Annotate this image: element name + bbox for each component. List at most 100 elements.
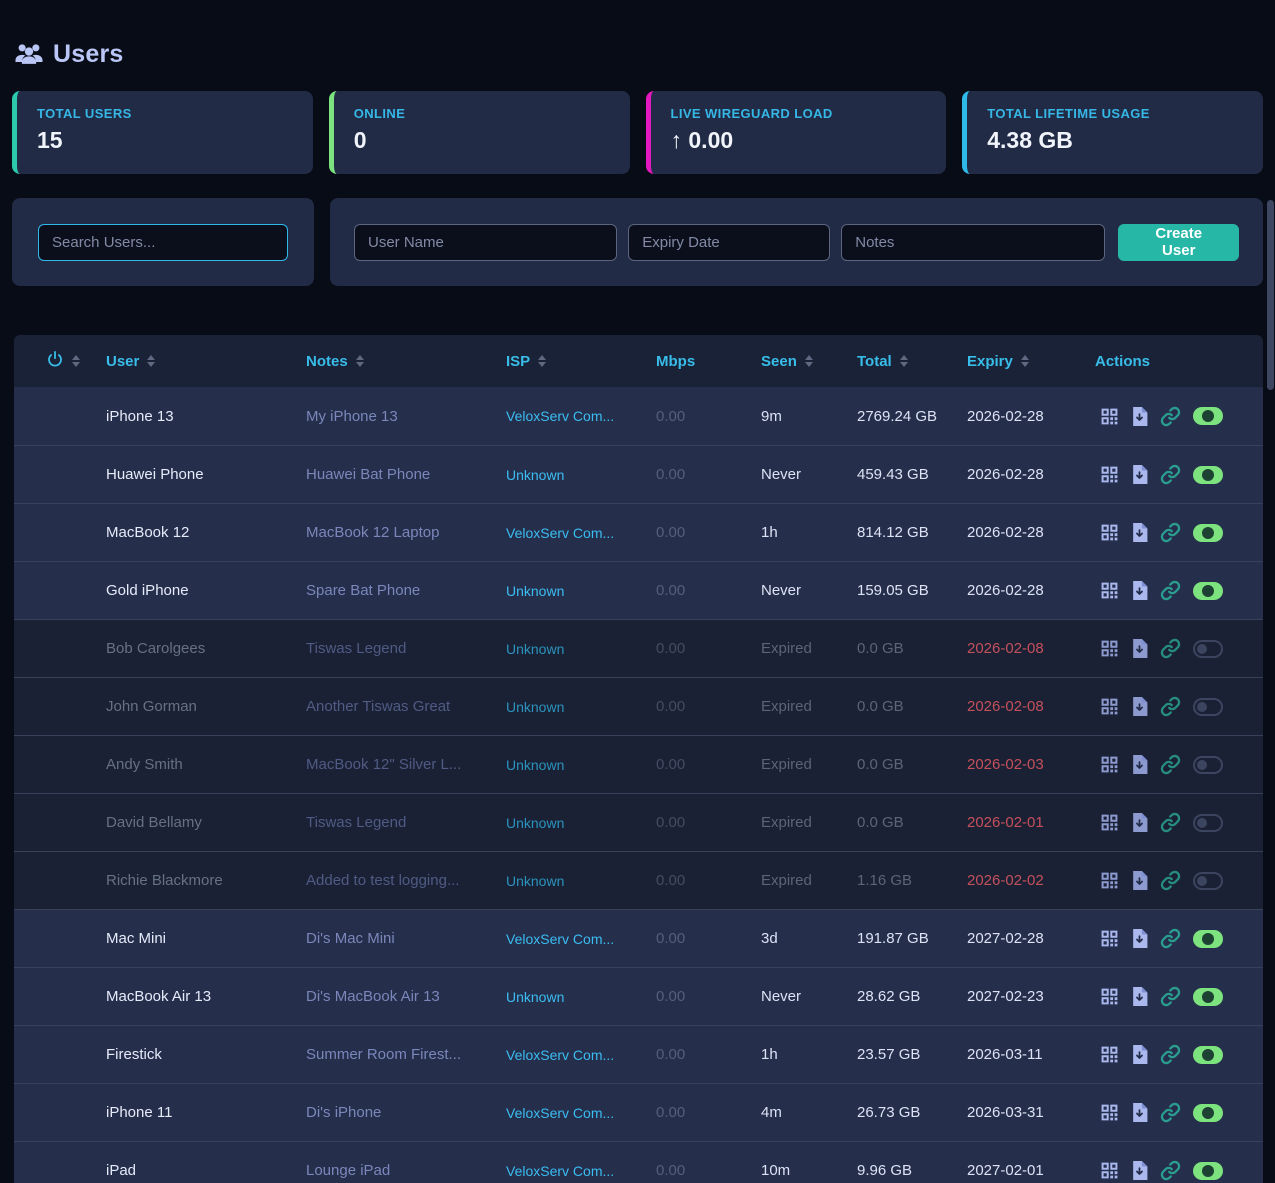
link-icon[interactable]: [1160, 1102, 1181, 1123]
row-actions: [1081, 1160, 1263, 1181]
link-icon[interactable]: [1160, 812, 1181, 833]
enabled-toggle[interactable]: [1193, 466, 1223, 484]
link-icon[interactable]: [1160, 406, 1181, 427]
expiry-date-field[interactable]: [628, 224, 830, 261]
column-header-status[interactable]: [14, 350, 92, 372]
enabled-toggle[interactable]: [1193, 1162, 1223, 1180]
row-actions: [1081, 754, 1263, 775]
qr-code-icon[interactable]: [1100, 755, 1119, 774]
user-isp: Unknown: [492, 699, 642, 715]
scrollbar-thumb[interactable]: [1267, 200, 1274, 390]
toggle-knob: [1197, 818, 1207, 828]
link-icon[interactable]: [1160, 464, 1181, 485]
download-config-icon[interactable]: [1131, 1161, 1148, 1180]
user-isp: Unknown: [492, 873, 642, 889]
row-actions: [1081, 580, 1263, 601]
user-total-usage: 9.96 GB: [843, 1162, 953, 1179]
column-header-expiry[interactable]: Expiry: [953, 353, 1081, 370]
link-icon[interactable]: [1160, 986, 1181, 1007]
link-icon[interactable]: [1160, 696, 1181, 717]
link-icon[interactable]: [1160, 1160, 1181, 1181]
user-isp: VeloxServ Com...: [492, 1105, 642, 1121]
user-name: David Bellamy: [92, 814, 292, 831]
column-header-user[interactable]: User: [92, 353, 292, 370]
row-actions: [1081, 1102, 1263, 1123]
download-config-icon[interactable]: [1131, 813, 1148, 832]
toggle-knob: [1197, 702, 1207, 712]
user-name: Bob Carolgees: [92, 640, 292, 657]
user-name: iPhone 13: [92, 408, 292, 425]
qr-code-icon[interactable]: [1100, 1045, 1119, 1064]
notes-field[interactable]: [841, 224, 1105, 261]
users-page: Users TOTAL USERS 15 ONLINE 0 LIVE WIREG…: [0, 0, 1275, 1183]
enabled-toggle[interactable]: [1193, 640, 1223, 658]
enabled-toggle[interactable]: [1193, 698, 1223, 716]
user-notes: Tiswas Legend: [292, 640, 492, 657]
link-icon[interactable]: [1160, 1044, 1181, 1065]
column-label: ISP: [506, 353, 530, 370]
link-icon[interactable]: [1160, 638, 1181, 659]
user-notes: MacBook 12 Laptop: [292, 524, 492, 541]
enabled-toggle[interactable]: [1193, 1046, 1223, 1064]
table-row: David Bellamy Tiswas Legend Unknown 0.00…: [14, 793, 1263, 851]
enabled-toggle[interactable]: [1193, 524, 1223, 542]
qr-code-icon[interactable]: [1100, 871, 1119, 890]
column-header-isp[interactable]: ISP: [492, 353, 642, 370]
download-config-icon[interactable]: [1131, 1103, 1148, 1122]
qr-code-icon[interactable]: [1100, 523, 1119, 542]
download-config-icon[interactable]: [1131, 523, 1148, 542]
column-label: User: [106, 353, 139, 370]
qr-code-icon[interactable]: [1100, 639, 1119, 658]
enabled-toggle[interactable]: [1193, 872, 1223, 890]
qr-code-icon[interactable]: [1100, 407, 1119, 426]
column-header-total[interactable]: Total: [843, 353, 953, 370]
qr-code-icon[interactable]: [1100, 581, 1119, 600]
download-config-icon[interactable]: [1131, 929, 1148, 948]
download-config-icon[interactable]: [1131, 407, 1148, 426]
enabled-toggle[interactable]: [1193, 1104, 1223, 1122]
enabled-toggle[interactable]: [1193, 582, 1223, 600]
create-user-button[interactable]: Create User: [1118, 224, 1239, 261]
download-config-icon[interactable]: [1131, 581, 1148, 600]
username-field[interactable]: [354, 224, 617, 261]
enabled-toggle[interactable]: [1193, 930, 1223, 948]
user-notes: Lounge iPad: [292, 1162, 492, 1179]
qr-code-icon[interactable]: [1100, 813, 1119, 832]
user-notes: MacBook 12" Silver L...: [292, 756, 492, 773]
column-header-seen[interactable]: Seen: [747, 353, 843, 370]
download-config-icon[interactable]: [1131, 987, 1148, 1006]
download-config-icon[interactable]: [1131, 1045, 1148, 1064]
download-config-icon[interactable]: [1131, 871, 1148, 890]
user-notes: My iPhone 13: [292, 408, 492, 425]
link-icon[interactable]: [1160, 754, 1181, 775]
qr-code-icon[interactable]: [1100, 465, 1119, 484]
user-last-seen: 4m: [747, 1104, 843, 1121]
user-expiry-date: 2027-02-28: [953, 930, 1081, 947]
qr-code-icon[interactable]: [1100, 987, 1119, 1006]
link-icon[interactable]: [1160, 928, 1181, 949]
download-config-icon[interactable]: [1131, 755, 1148, 774]
toggle-knob: [1197, 644, 1207, 654]
sort-arrows: [538, 355, 546, 367]
toggle-knob: [1202, 1049, 1214, 1061]
qr-code-icon[interactable]: [1100, 929, 1119, 948]
qr-code-icon[interactable]: [1100, 1161, 1119, 1180]
link-icon[interactable]: [1160, 522, 1181, 543]
enabled-toggle[interactable]: [1193, 407, 1223, 425]
user-total-usage: 0.0 GB: [843, 814, 953, 831]
search-input[interactable]: [38, 224, 288, 261]
column-header-mbps: Mbps: [642, 353, 747, 370]
download-config-icon[interactable]: [1131, 639, 1148, 658]
download-config-icon[interactable]: [1131, 465, 1148, 484]
column-header-notes[interactable]: Notes: [292, 353, 492, 370]
table-row: Mac Mini Di's Mac Mini VeloxServ Com... …: [14, 909, 1263, 967]
enabled-toggle[interactable]: [1193, 756, 1223, 774]
enabled-toggle[interactable]: [1193, 814, 1223, 832]
user-name: Richie Blackmore: [92, 872, 292, 889]
link-icon[interactable]: [1160, 580, 1181, 601]
qr-code-icon[interactable]: [1100, 1103, 1119, 1122]
enabled-toggle[interactable]: [1193, 988, 1223, 1006]
download-config-icon[interactable]: [1131, 697, 1148, 716]
link-icon[interactable]: [1160, 870, 1181, 891]
qr-code-icon[interactable]: [1100, 697, 1119, 716]
